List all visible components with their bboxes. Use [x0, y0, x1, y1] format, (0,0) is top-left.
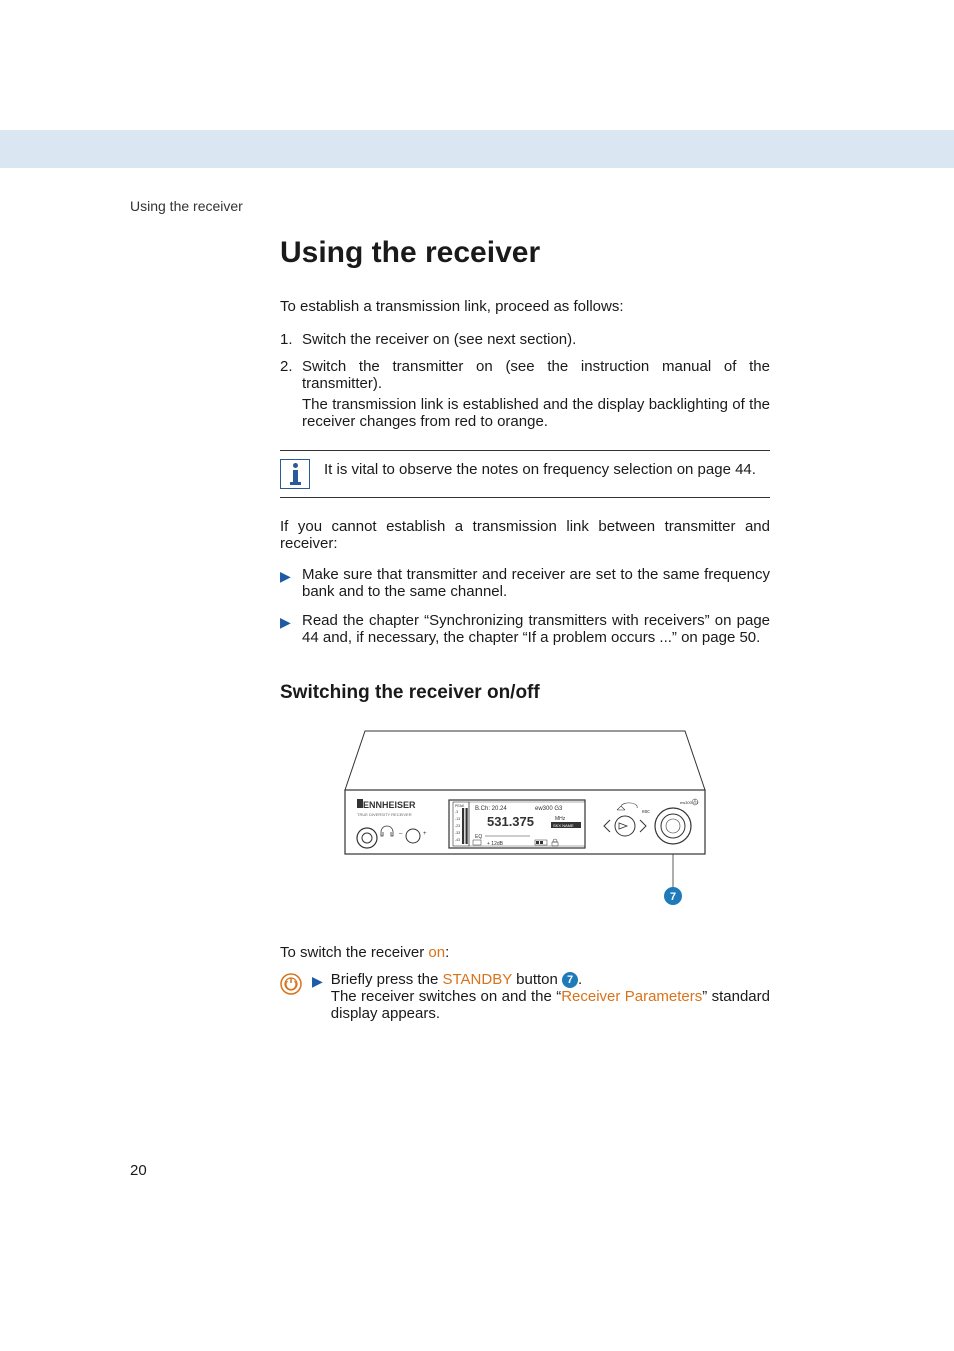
page-title: Using the receiver	[280, 236, 770, 270]
step-text: Switch the receiver on (see next section…	[302, 331, 770, 348]
lcd-bank: B.Ch: 20.24	[475, 806, 507, 812]
on-word: on	[428, 944, 445, 961]
triangle-icon: ▶	[312, 971, 323, 991]
lcd-frequency: 531.375	[487, 814, 534, 829]
list-item: ▶ Read the chapter “Synchronizing transm…	[280, 612, 770, 646]
brand-label: SENNHEISER	[357, 800, 416, 810]
svg-text:+: +	[423, 831, 427, 837]
svg-text:ew300 G3: ew300 G3	[680, 800, 699, 805]
power-instruction: ▶ Briefly press the STANDBY button 7. Th…	[280, 971, 770, 1022]
power-icon	[280, 973, 302, 995]
press-text: Briefly press the STANDBY button 7.	[331, 971, 582, 988]
steps-list: 1. Switch the receiver on (see next sect…	[280, 331, 770, 430]
svg-text:SKX NAME: SKX NAME	[553, 823, 574, 828]
info-icon	[280, 459, 310, 489]
header-band	[0, 130, 954, 168]
section-heading: Switching the receiver on/off	[280, 682, 770, 704]
standby-word: STANDBY	[443, 971, 512, 988]
step-number: 2.	[280, 358, 302, 430]
triangle-icon: ▶	[280, 612, 302, 646]
troubleshoot-list: ▶ Make sure that transmitter and receive…	[280, 566, 770, 646]
svg-text:esc: esc	[642, 809, 650, 815]
callout-badge: 7	[562, 972, 578, 988]
list-item: ▶ Make sure that transmitter and receive…	[280, 566, 770, 600]
lcd-model: ew300 G3	[535, 806, 563, 812]
svg-text:-43: -43	[455, 838, 460, 842]
step-number: 1.	[280, 331, 302, 348]
intro-text: To establish a transmission link, procee…	[280, 298, 770, 315]
step-subtext: The transmission link is established and…	[302, 396, 770, 430]
page-number: 20	[130, 1162, 147, 1179]
svg-text:EQ: EQ	[475, 834, 482, 840]
step-text: Switch the transmitter on (see the instr…	[302, 358, 770, 392]
svg-text:-13: -13	[455, 817, 460, 821]
svg-text:–: –	[399, 831, 403, 837]
running-head: Using the receiver	[130, 198, 243, 214]
troubleshoot-intro: If you cannot establish a transmission l…	[280, 518, 770, 552]
lcd-gain: + 12dB	[487, 841, 504, 847]
callout-number: 7	[670, 891, 676, 903]
list-text: Make sure that transmitter and receiver …	[302, 566, 770, 600]
svg-text:-3: -3	[455, 810, 458, 814]
info-note-box: It is vital to observe the notes on freq…	[280, 450, 770, 498]
receiver-params-link: Receiver Parameters	[561, 988, 702, 1005]
tagline-label: TRUE DIVERSITY RECEIVER	[357, 812, 412, 817]
lcd-peak: PEAK	[455, 804, 465, 808]
step-item: 1. Switch the receiver on (see next sect…	[280, 331, 770, 348]
list-text: Read the chapter “Synchronizing transmit…	[302, 612, 770, 646]
svg-text:-23: -23	[455, 824, 460, 828]
receiver-diagram: SENNHEISER TRUE DIVERSITY RECEIVER – + P…	[335, 728, 715, 913]
triangle-icon: ▶	[280, 566, 302, 600]
switch-on-line: To switch the receiver on:	[280, 944, 770, 961]
result-text: The receiver switches on and the “Receiv…	[331, 988, 770, 1022]
step-item: 2. Switch the transmitter on (see the in…	[280, 358, 770, 430]
svg-text:-33: -33	[455, 831, 460, 835]
info-note-text: It is vital to observe the notes on freq…	[324, 459, 756, 478]
lcd-freq-unit: MHz	[555, 816, 566, 822]
device-figure: SENNHEISER TRUE DIVERSITY RECEIVER – + P…	[280, 728, 770, 918]
